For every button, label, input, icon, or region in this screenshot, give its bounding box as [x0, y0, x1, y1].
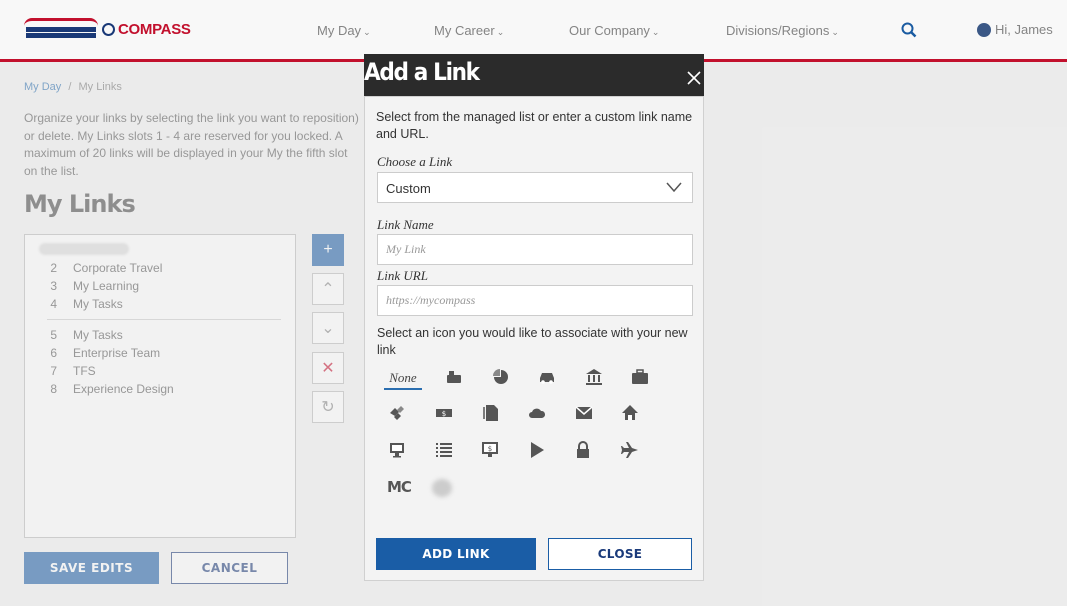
svg-text:$: $ [442, 410, 446, 418]
link-url-label: Link URL [377, 268, 428, 283]
link-name-input[interactable] [377, 234, 693, 265]
close-button[interactable]: CLOSE [548, 538, 692, 570]
bank-icon[interactable] [582, 365, 606, 389]
briefcase-stack-icon[interactable] [442, 365, 466, 389]
dialog-intro: Select from the managed list or enter a … [376, 110, 693, 141]
modal-title: Add a Link [364, 58, 480, 86]
add-link-button[interactable]: ADD LINK [376, 538, 536, 570]
blurred-icon-option[interactable] [432, 479, 452, 497]
choose-link-label: Choose a Link [377, 154, 453, 169]
icon-option-none[interactable]: None [384, 370, 422, 390]
pie-chart-icon[interactable] [489, 365, 513, 389]
list-icon[interactable] [432, 438, 456, 462]
link-name-label: Link Name [377, 217, 434, 232]
lock-icon[interactable] [571, 438, 595, 462]
car-icon[interactable] [535, 365, 559, 389]
icon-select-label: Select an icon you would like to associa… [377, 326, 688, 357]
icon-option-mc[interactable]: MC [387, 478, 412, 496]
handshake-icon[interactable] [385, 401, 409, 425]
document-icon[interactable] [479, 401, 503, 425]
monitor-dollar-icon[interactable]: $ [478, 438, 502, 462]
desktop-icon[interactable] [385, 438, 409, 462]
money-icon[interactable]: $ [432, 401, 456, 425]
home-icon[interactable] [618, 401, 642, 425]
close-icon[interactable] [685, 69, 703, 87]
airplane-icon[interactable] [618, 438, 642, 462]
briefcase-icon[interactable] [628, 365, 652, 389]
play-icon[interactable] [525, 438, 549, 462]
chevron-down-icon [666, 182, 682, 193]
cloud-icon[interactable] [525, 401, 549, 425]
add-link-dialog: Select from the managed list or enter a … [364, 96, 704, 581]
envelope-icon[interactable] [572, 401, 596, 425]
choose-link-select[interactable]: Custom [377, 172, 693, 203]
link-url-input[interactable] [377, 285, 693, 316]
svg-text:$: $ [488, 445, 492, 453]
